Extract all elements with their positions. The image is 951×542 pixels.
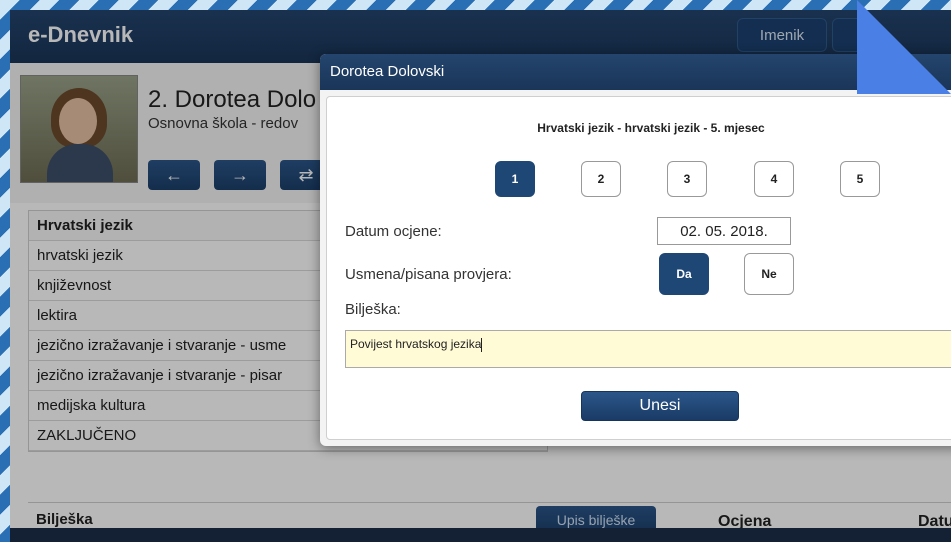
yes-button[interactable]: Da xyxy=(659,253,709,295)
date-label: Datum ocjene: xyxy=(345,223,442,240)
submit-button[interactable]: Unesi xyxy=(581,391,739,421)
grade-entry-dialog: Dorotea Dolovski Hrvatski jezik - hrvats… xyxy=(320,54,951,446)
date-input[interactable]: 02. 05. 2018. xyxy=(657,217,791,245)
check-type-label: Usmena/pisana provjera: xyxy=(345,266,512,283)
dialog-title: Dorotea Dolovski xyxy=(320,54,951,90)
grade-button-1[interactable]: 1 xyxy=(495,161,535,197)
text-caret xyxy=(481,337,483,352)
grade-button-2[interactable]: 2 xyxy=(581,161,621,197)
note-text: Povijest hrvatskog jezika xyxy=(350,337,482,351)
app-window: e-Dnevnik Imenik 2. Dorotea Dolo Osnovna… xyxy=(10,10,951,542)
no-button[interactable]: Ne xyxy=(744,253,794,295)
grade-button-5[interactable]: 5 xyxy=(840,161,880,197)
note-input[interactable]: Povijest hrvatskog jezika xyxy=(345,330,951,368)
note-label: Bilješka: xyxy=(345,301,401,318)
dialog-body: Hrvatski jezik - hrvatski jezik - 5. mje… xyxy=(326,96,951,440)
grade-button-4[interactable]: 4 xyxy=(754,161,794,197)
grade-button-3[interactable]: 3 xyxy=(667,161,707,197)
dialog-subtitle: Hrvatski jezik - hrvatski jezik - 5. mje… xyxy=(537,121,765,135)
